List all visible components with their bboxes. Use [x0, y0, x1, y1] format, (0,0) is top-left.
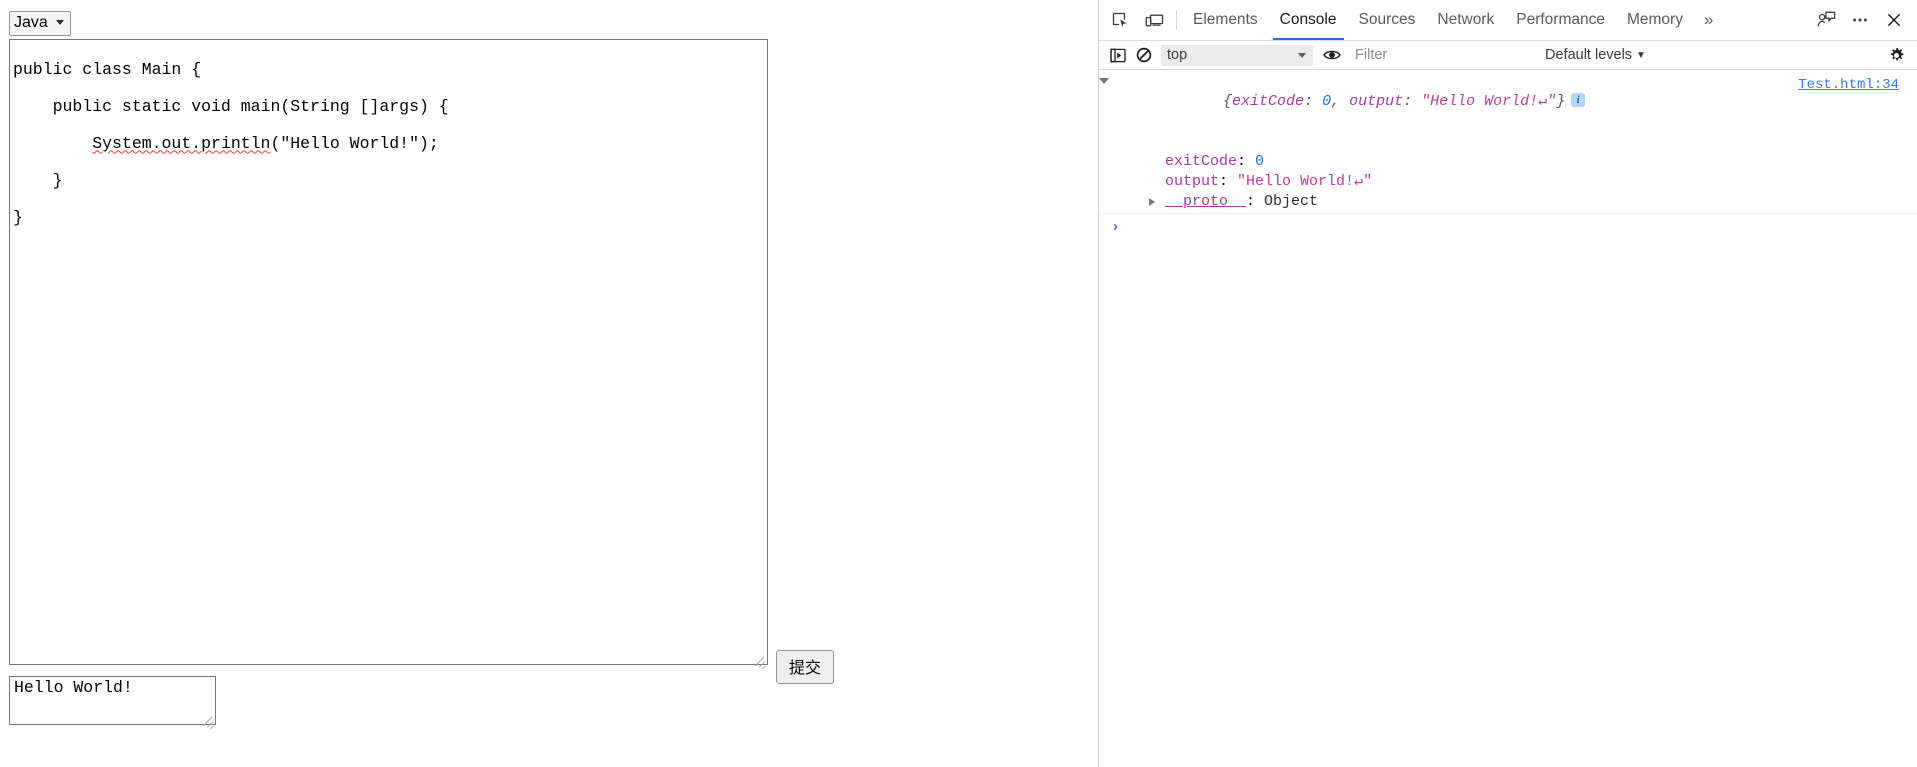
close-icon[interactable] — [1877, 3, 1911, 37]
console-sidebar-toggle-icon[interactable] — [1105, 43, 1131, 67]
property-key: output — [1165, 173, 1220, 190]
console-message[interactable]: {exitCode: 0, output: "Hello World!↵"} i … — [1099, 70, 1917, 214]
preview-open-brace: { — [1223, 93, 1233, 110]
more-tabs-icon[interactable]: » — [1694, 4, 1723, 36]
preview-key-output: output — [1349, 93, 1404, 110]
browser-page-with-devtools: Java public class Main { public static v… — [0, 0, 1917, 767]
tab-sources[interactable]: Sources — [1348, 2, 1427, 39]
proto-key: __proto__ — [1165, 193, 1247, 210]
toolbar-divider — [1176, 10, 1177, 30]
property-value: 0 — [1255, 153, 1265, 170]
source-link[interactable]: Test.html:34 — [1798, 75, 1899, 95]
feedback-icon[interactable] — [1809, 3, 1843, 37]
expand-collapse-triangle-icon[interactable] — [1099, 78, 1109, 88]
devtools-panel: Elements Console Sources Network Perform… — [1098, 0, 1917, 767]
tab-memory[interactable]: Memory — [1616, 2, 1694, 39]
preview-close-brace: } — [1556, 93, 1566, 110]
submit-button[interactable]: 提交 — [776, 650, 835, 684]
settings-gear-icon[interactable] — [1883, 43, 1909, 67]
prompt-caret-icon: › — [1113, 217, 1118, 235]
preview-comma: , — [1331, 93, 1350, 110]
more-options-icon[interactable] — [1843, 3, 1877, 37]
console-filter-input[interactable] — [1353, 44, 1503, 66]
devtools-tabbar-actions — [1809, 3, 1917, 37]
language-select[interactable]: Java — [9, 11, 71, 36]
tab-performance[interactable]: Performance — [1505, 2, 1616, 39]
device-toolbar-icon[interactable] — [1137, 3, 1171, 37]
console-prompt-row[interactable]: › — [1099, 214, 1917, 238]
info-badge-icon[interactable]: i — [1571, 93, 1586, 107]
execution-context-value: top — [1167, 47, 1188, 63]
devtools-tabbar: Elements Console Sources Network Perform… — [1099, 0, 1917, 41]
console-output: {exitCode: 0, output: "Hello World!↵"} i … — [1099, 70, 1917, 767]
property-key: exitCode — [1165, 153, 1238, 170]
chevron-down-icon: ▼ — [1636, 50, 1646, 61]
preview-sep-2: : — [1403, 93, 1422, 110]
console-object-preview-row: {exitCode: 0, output: "Hello World!↵"} i … — [1099, 72, 1909, 152]
console-toolbar: top Default levels▼ — [1099, 41, 1917, 70]
execution-context-select[interactable]: top — [1161, 44, 1313, 66]
web-page-content: Java public class Main { public static v… — [0, 0, 1098, 767]
console-toolbar-actions — [1883, 43, 1917, 67]
expand-triangle-icon[interactable] — [1149, 198, 1155, 206]
proto-value: Object — [1264, 193, 1319, 210]
inspect-element-icon[interactable] — [1103, 3, 1137, 37]
preview-key-exitcode: exitCode — [1232, 93, 1305, 110]
preview-value-output: "Hello World!↵" — [1421, 93, 1557, 110]
code-input[interactable] — [9, 39, 768, 665]
property-separator: : — [1237, 153, 1256, 170]
console-prompt-input[interactable] — [1126, 216, 1917, 236]
property-separator: : — [1219, 173, 1238, 190]
tab-elements[interactable]: Elements — [1182, 2, 1269, 39]
language-select-wrapper: Java — [9, 11, 71, 36]
property-value: "Hello World!↵" — [1237, 173, 1373, 190]
tab-console[interactable]: Console — [1269, 2, 1348, 40]
object-preview: {exitCode: 0, output: "Hello World!↵"} — [1223, 93, 1565, 110]
object-property-output: output: "Hello World!↵" — [1099, 172, 1909, 192]
tab-network[interactable]: Network — [1426, 2, 1505, 39]
proto-separator: : — [1246, 193, 1265, 210]
log-levels-label: Default levels — [1545, 47, 1633, 63]
preview-value-exitcode: 0 — [1322, 93, 1332, 110]
log-levels-select[interactable]: Default levels ▼ — [1545, 47, 1646, 63]
clear-console-icon[interactable] — [1131, 43, 1157, 67]
live-expression-eye-icon[interactable] — [1319, 43, 1345, 67]
object-property-exitcode: exitCode: 0 — [1099, 152, 1909, 172]
preview-sep-1: : — [1304, 93, 1323, 110]
object-property-proto[interactable]: __proto__: Object — [1099, 192, 1909, 212]
output-textarea[interactable] — [9, 676, 216, 725]
chevron-down-icon — [1298, 52, 1306, 58]
